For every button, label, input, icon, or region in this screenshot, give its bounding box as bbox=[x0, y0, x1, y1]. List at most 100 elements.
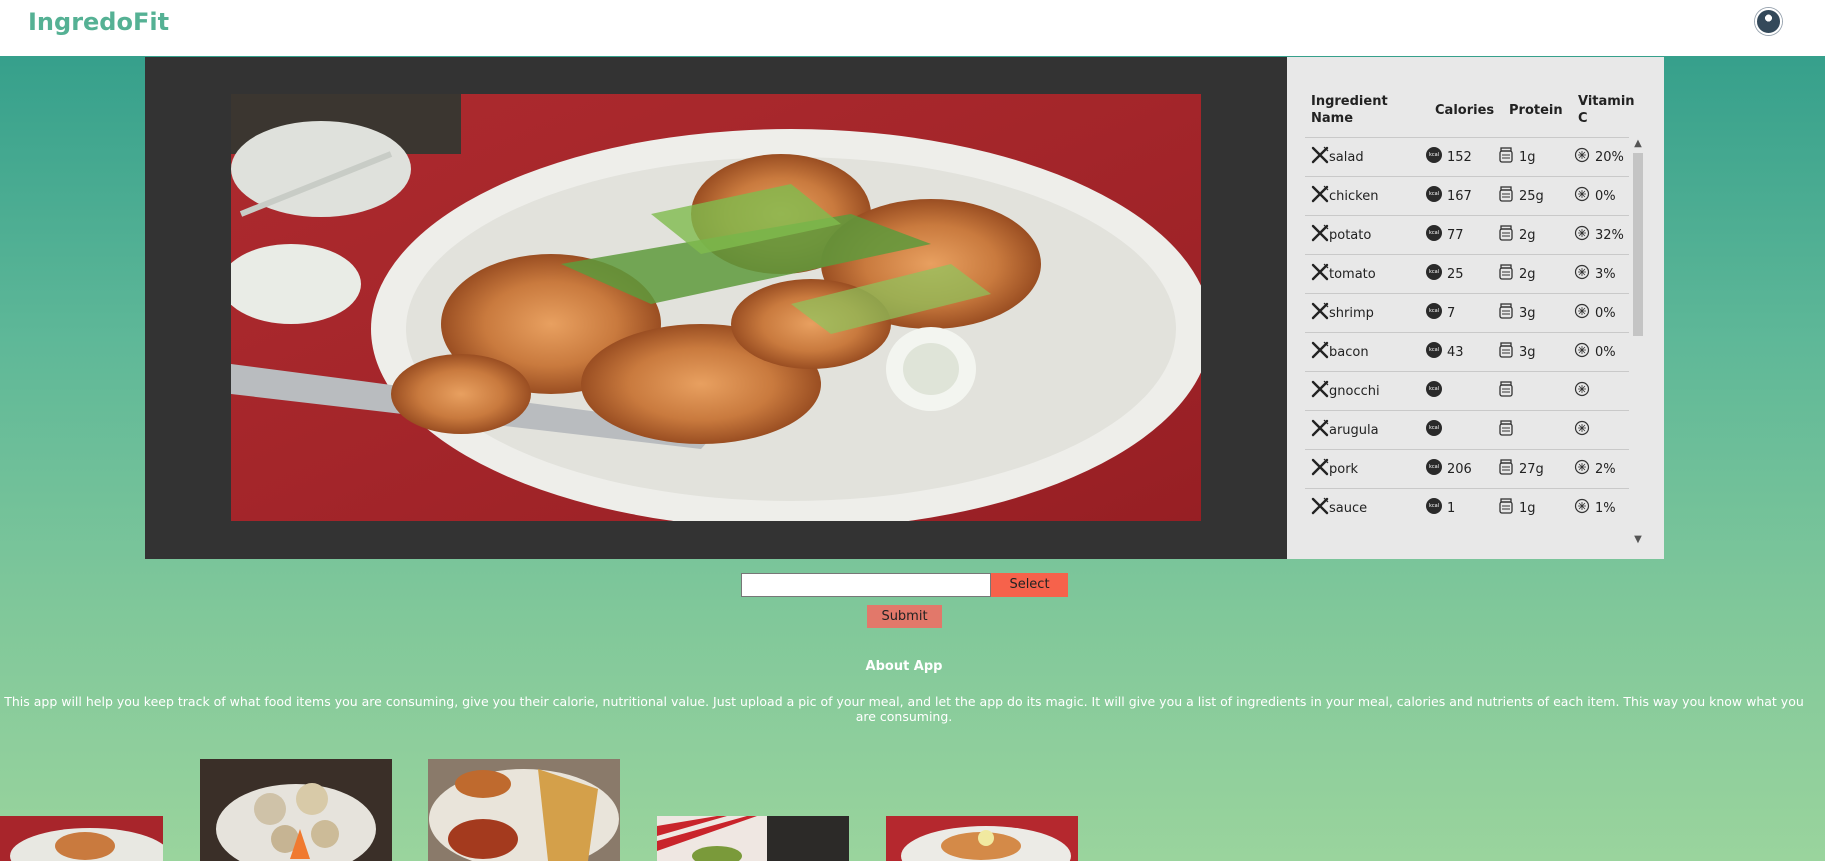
header-calories: Calories bbox=[1435, 103, 1495, 118]
ingredient-protein: 2g bbox=[1519, 267, 1536, 282]
gallery-thumb[interactable] bbox=[0, 816, 163, 861]
table-row: pork kcal 206 27g 2% bbox=[1305, 449, 1629, 488]
gallery-thumb[interactable] bbox=[428, 759, 620, 861]
fork-knife-icon bbox=[1311, 146, 1329, 164]
protein-jar-icon bbox=[1499, 420, 1513, 436]
fork-knife-icon bbox=[1311, 380, 1329, 398]
table-row: potato kcal 77 2g 32% bbox=[1305, 215, 1629, 254]
ingredient-vitamin-c: 0% bbox=[1595, 189, 1616, 204]
ingredient-protein: 3g bbox=[1519, 345, 1536, 360]
protein-jar-icon bbox=[1499, 381, 1513, 397]
kcal-icon: kcal bbox=[1426, 303, 1442, 319]
table-header: Ingredient Name Calories Protein Vitamin… bbox=[1311, 93, 1635, 133]
ingredient-vitamin-c: 32% bbox=[1595, 228, 1624, 243]
user-avatar[interactable] bbox=[1755, 8, 1782, 35]
vitamin-c-icon bbox=[1574, 381, 1590, 397]
ingredient-name: tomato bbox=[1329, 267, 1376, 282]
header-vitamin-c: Vitamin C bbox=[1578, 94, 1635, 126]
fork-knife-icon bbox=[1311, 497, 1329, 515]
ingredient-calories: 152 bbox=[1447, 150, 1472, 165]
kcal-icon: kcal bbox=[1426, 264, 1442, 280]
table-scrollbar[interactable]: ▲ ▼ bbox=[1631, 137, 1645, 551]
ingredient-name: potato bbox=[1329, 228, 1372, 243]
ingredient-calories: 77 bbox=[1447, 228, 1464, 243]
ingredients-table: Ingredient Name Calories Protein Vitamin… bbox=[1287, 57, 1664, 559]
ingredient-protein: 25g bbox=[1519, 189, 1544, 204]
ingredient-protein: 1g bbox=[1519, 501, 1536, 516]
submit-button[interactable]: Submit bbox=[867, 605, 942, 628]
vitamin-c-icon bbox=[1574, 303, 1590, 319]
about-title: About App bbox=[865, 659, 943, 674]
table-row: sauce kcal 1 1g 1% bbox=[1305, 488, 1629, 527]
kcal-icon: kcal bbox=[1426, 225, 1442, 241]
vitamin-c-icon bbox=[1574, 498, 1590, 514]
gallery-thumb[interactable] bbox=[657, 816, 849, 861]
protein-jar-icon bbox=[1499, 498, 1513, 514]
protein-jar-icon bbox=[1499, 459, 1513, 475]
vitamin-c-icon bbox=[1574, 186, 1590, 202]
scroll-up-icon[interactable]: ▲ bbox=[1631, 137, 1645, 151]
vitamin-c-icon bbox=[1574, 225, 1590, 241]
ingredient-vitamin-c: 0% bbox=[1595, 306, 1616, 321]
kcal-icon: kcal bbox=[1426, 459, 1442, 475]
table-row: gnocchi kcal bbox=[1305, 371, 1629, 410]
table-row: shrimp kcal 7 3g 0% bbox=[1305, 293, 1629, 332]
header-ingredient-name: Ingredient Name bbox=[1311, 94, 1388, 126]
ingredient-protein: 1g bbox=[1519, 150, 1536, 165]
ingredient-protein: 3g bbox=[1519, 306, 1536, 321]
vitamin-c-icon bbox=[1574, 459, 1590, 475]
table-row: tomato kcal 25 2g 3% bbox=[1305, 254, 1629, 293]
ingredient-name: shrimp bbox=[1329, 306, 1374, 321]
ingredient-calories: 7 bbox=[1447, 306, 1456, 321]
vitamin-c-icon bbox=[1574, 420, 1590, 436]
protein-jar-icon bbox=[1499, 342, 1513, 358]
header-protein: Protein bbox=[1509, 103, 1563, 118]
ingredient-vitamin-c: 20% bbox=[1595, 150, 1624, 165]
kcal-icon: kcal bbox=[1426, 498, 1442, 514]
ingredient-name: arugula bbox=[1329, 423, 1379, 438]
gallery-thumb[interactable] bbox=[200, 759, 392, 861]
protein-jar-icon bbox=[1499, 147, 1513, 163]
ingredient-name: chicken bbox=[1329, 189, 1379, 204]
ingredient-calories: 25 bbox=[1447, 267, 1464, 282]
fork-knife-icon bbox=[1311, 419, 1329, 437]
kcal-icon: kcal bbox=[1426, 381, 1442, 397]
table-row: arugula kcal bbox=[1305, 410, 1629, 449]
fork-knife-icon bbox=[1311, 458, 1329, 476]
scroll-thumb[interactable] bbox=[1633, 153, 1643, 336]
table-row: bacon kcal 43 3g 0% bbox=[1305, 332, 1629, 371]
ingredient-name: salad bbox=[1329, 150, 1364, 165]
ingredient-name: pork bbox=[1329, 462, 1359, 477]
ingredient-name: gnocchi bbox=[1329, 384, 1380, 399]
file-path-input[interactable] bbox=[741, 573, 991, 597]
top-navbar: IngredoFit bbox=[0, 0, 1825, 56]
ingredient-calories: 1 bbox=[1447, 501, 1456, 516]
about-description: This app will help you keep track of wha… bbox=[4, 694, 1804, 724]
table-row: salad kcal 152 1g 20% bbox=[1305, 137, 1629, 176]
brand-logo[interactable]: IngredoFit bbox=[28, 8, 169, 36]
ingredient-name: sauce bbox=[1329, 501, 1368, 516]
table-body[interactable]: salad kcal 152 1g 20% chicken kcal 167 25g 0% pota… bbox=[1305, 137, 1645, 551]
table-row: chicken kcal 167 25g 0% bbox=[1305, 176, 1629, 215]
vitamin-c-icon bbox=[1574, 264, 1590, 280]
ingredient-vitamin-c: 0% bbox=[1595, 345, 1616, 360]
kcal-icon: kcal bbox=[1426, 420, 1442, 436]
protein-jar-icon bbox=[1499, 186, 1513, 202]
select-button[interactable]: Select bbox=[991, 573, 1068, 597]
fork-knife-icon bbox=[1311, 263, 1329, 281]
protein-jar-icon bbox=[1499, 225, 1513, 241]
gallery-thumb[interactable] bbox=[886, 816, 1078, 861]
ingredient-calories: 206 bbox=[1447, 462, 1472, 477]
ingredient-vitamin-c: 1% bbox=[1595, 501, 1616, 516]
protein-jar-icon bbox=[1499, 264, 1513, 280]
ingredient-vitamin-c: 3% bbox=[1595, 267, 1616, 282]
fork-knife-icon bbox=[1311, 302, 1329, 320]
fork-knife-icon bbox=[1311, 224, 1329, 242]
fork-knife-icon bbox=[1311, 341, 1329, 359]
meal-photo bbox=[231, 94, 1201, 521]
protein-jar-icon bbox=[1499, 303, 1513, 319]
scroll-down-icon[interactable]: ▼ bbox=[1631, 533, 1645, 547]
vitamin-c-icon bbox=[1574, 147, 1590, 163]
ingredient-protein: 2g bbox=[1519, 228, 1536, 243]
ingredient-vitamin-c: 2% bbox=[1595, 462, 1616, 477]
